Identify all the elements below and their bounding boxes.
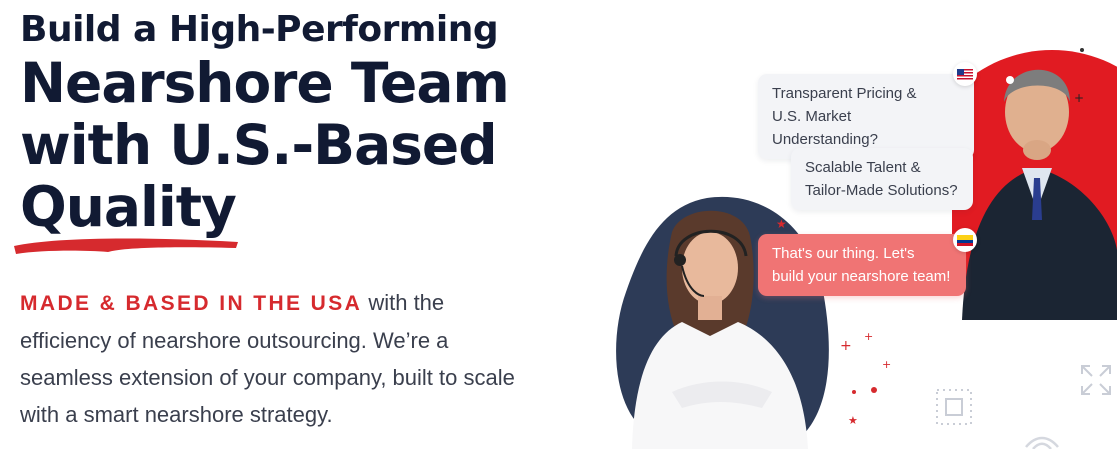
expand-arrows-icon [1081, 365, 1111, 395]
headline-quality: Quality [14, 175, 238, 254]
hero-description: MADE & BASED IN THE USA with the efficie… [20, 284, 540, 433]
svg-text:+: + [840, 338, 852, 354]
headline-line-2: Nearshore Team [20, 51, 510, 115]
brush-underline-icon [14, 238, 238, 254]
dotted-frame-icon [936, 389, 972, 425]
headline-line-1: Build a High-Performing [20, 9, 499, 50]
svg-text:+: + [1074, 91, 1084, 105]
hero-text-block: Build a High-Performing Nearshore Team w… [14, 8, 580, 254]
headline-line-3: with U.S.-Based [20, 113, 498, 177]
accent-tagline: MADE & BASED IN THE USA [20, 292, 363, 315]
svg-text:★: ★ [848, 414, 858, 427]
svg-text:+: + [864, 330, 873, 343]
svg-text:+: + [882, 358, 891, 371]
svg-text:★: ★ [776, 217, 787, 231]
wifi-icon [1025, 436, 1059, 449]
headline-line-4: Quality [20, 175, 237, 239]
